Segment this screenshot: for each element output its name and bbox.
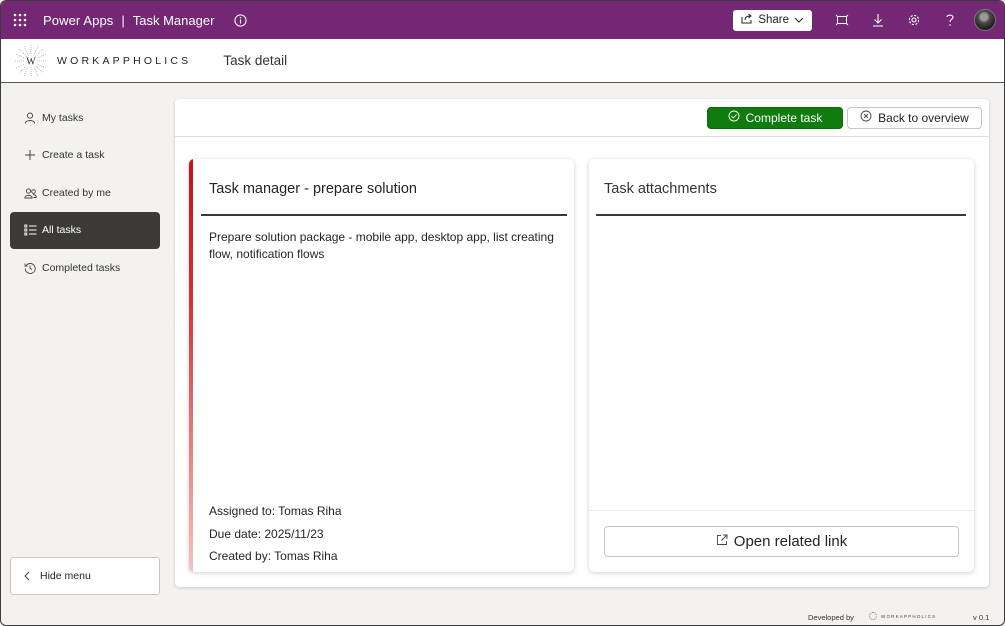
task-title: Task manager - prepare solution — [209, 181, 417, 197]
checkmark-circle-icon — [728, 110, 740, 125]
sidebar-item-label: Created by me — [42, 186, 111, 199]
sidebar-item-label: Create a task — [42, 149, 105, 161]
sidebar-item-completed-tasks[interactable]: Completed tasks — [10, 249, 160, 286]
logo-letter: W — [26, 56, 36, 67]
task-attachments-card: Task attachments Open related link — [589, 159, 974, 572]
sidebar-nav: My tasks Create a task Created by me All… — [10, 99, 160, 287]
open-related-link-button[interactable]: Open related link — [604, 526, 959, 557]
app-window: Power Apps | Task Manager Share W WORKAP… — [0, 0, 1005, 626]
help-icon[interactable] — [932, 1, 968, 39]
people-icon — [23, 186, 37, 200]
open-external-icon — [716, 533, 728, 550]
app-name: Task Manager — [132, 12, 215, 28]
sidebar-item-created-by-me[interactable]: Created by me — [10, 174, 160, 211]
chevron-down-icon — [794, 14, 804, 26]
logo-text: WORKAPPHOLICS — [57, 54, 192, 67]
version-label: v 0.1 — [973, 613, 990, 622]
avatar[interactable] — [974, 9, 996, 31]
sidebar-item-my-tasks[interactable]: My tasks — [10, 99, 160, 136]
app-header: W WORKAPPHOLICS Task detail — [1, 39, 1004, 83]
hide-menu-label: Hide menu — [40, 570, 91, 582]
title-separator: | — [121, 12, 125, 28]
task-description: Prepare solution package - mobile app, d… — [209, 230, 554, 261]
person-icon — [23, 111, 37, 125]
download-icon[interactable] — [860, 1, 896, 39]
attachments-divider — [596, 214, 966, 216]
list-icon — [23, 223, 37, 237]
fit-to-window-icon[interactable] — [824, 1, 860, 39]
dismiss-circle-icon — [860, 110, 872, 125]
footer-logo-mark-icon — [869, 612, 877, 620]
share-icon — [741, 13, 753, 27]
complete-task-button[interactable]: Complete task — [707, 106, 843, 129]
sidebar-item-label: All tasks — [42, 224, 82, 236]
task-created-by: Created by: Tomas Riha — [209, 549, 338, 563]
attachments-footer-divider — [589, 510, 974, 511]
plus-icon — [23, 148, 37, 162]
developed-by-text: Developed by — [808, 613, 854, 622]
page-title: Task detail — [223, 53, 288, 68]
task-due-date: Due date: 2025/11/23 — [209, 527, 324, 541]
share-label: Share — [758, 14, 789, 26]
sidebar-item-create-task[interactable]: Create a task — [10, 137, 160, 174]
brand-name: Power Apps — [43, 12, 114, 28]
sidebar-item-label: My tasks — [42, 111, 84, 124]
attachments-title: Task attachments — [604, 181, 717, 197]
action-bar: Complete task Back to overview — [175, 99, 989, 137]
workappholics-logo: W WORKAPPHOLICS — [13, 43, 191, 79]
hide-menu-button[interactable]: Hide menu — [10, 557, 160, 595]
footer-logo-text: WORKAPPHOLICS — [881, 613, 937, 619]
priority-accent-bar — [189, 159, 193, 572]
app-launcher-icon[interactable] — [1, 1, 39, 39]
back-to-overview-label: Back to overview — [878, 110, 969, 125]
settings-icon[interactable] — [896, 1, 932, 39]
history-icon — [23, 261, 37, 275]
footer-logo: WORKAPPHOLICS — [869, 612, 936, 620]
open-related-link-label: Open related link — [733, 533, 848, 550]
info-icon[interactable] — [234, 13, 248, 27]
main-panel: Complete task Back to overview Task mana… — [175, 99, 989, 587]
sidebar-item-label: Completed tasks — [42, 261, 121, 274]
back-to-overview-button[interactable]: Back to overview — [847, 106, 982, 129]
share-button[interactable]: Share — [733, 9, 812, 31]
task-assigned-to: Assigned to: Tomas Riha — [209, 504, 342, 518]
top-bar: Power Apps | Task Manager Share — [1, 1, 1004, 39]
sidebar-item-all-tasks[interactable]: All tasks — [10, 211, 160, 249]
chevron-left-icon — [24, 571, 30, 581]
complete-task-label: Complete task — [745, 110, 823, 125]
task-detail-card: Task manager - prepare solution Prepare … — [189, 159, 574, 572]
logo-mark-icon: W — [13, 43, 49, 79]
title-divider — [201, 214, 567, 216]
